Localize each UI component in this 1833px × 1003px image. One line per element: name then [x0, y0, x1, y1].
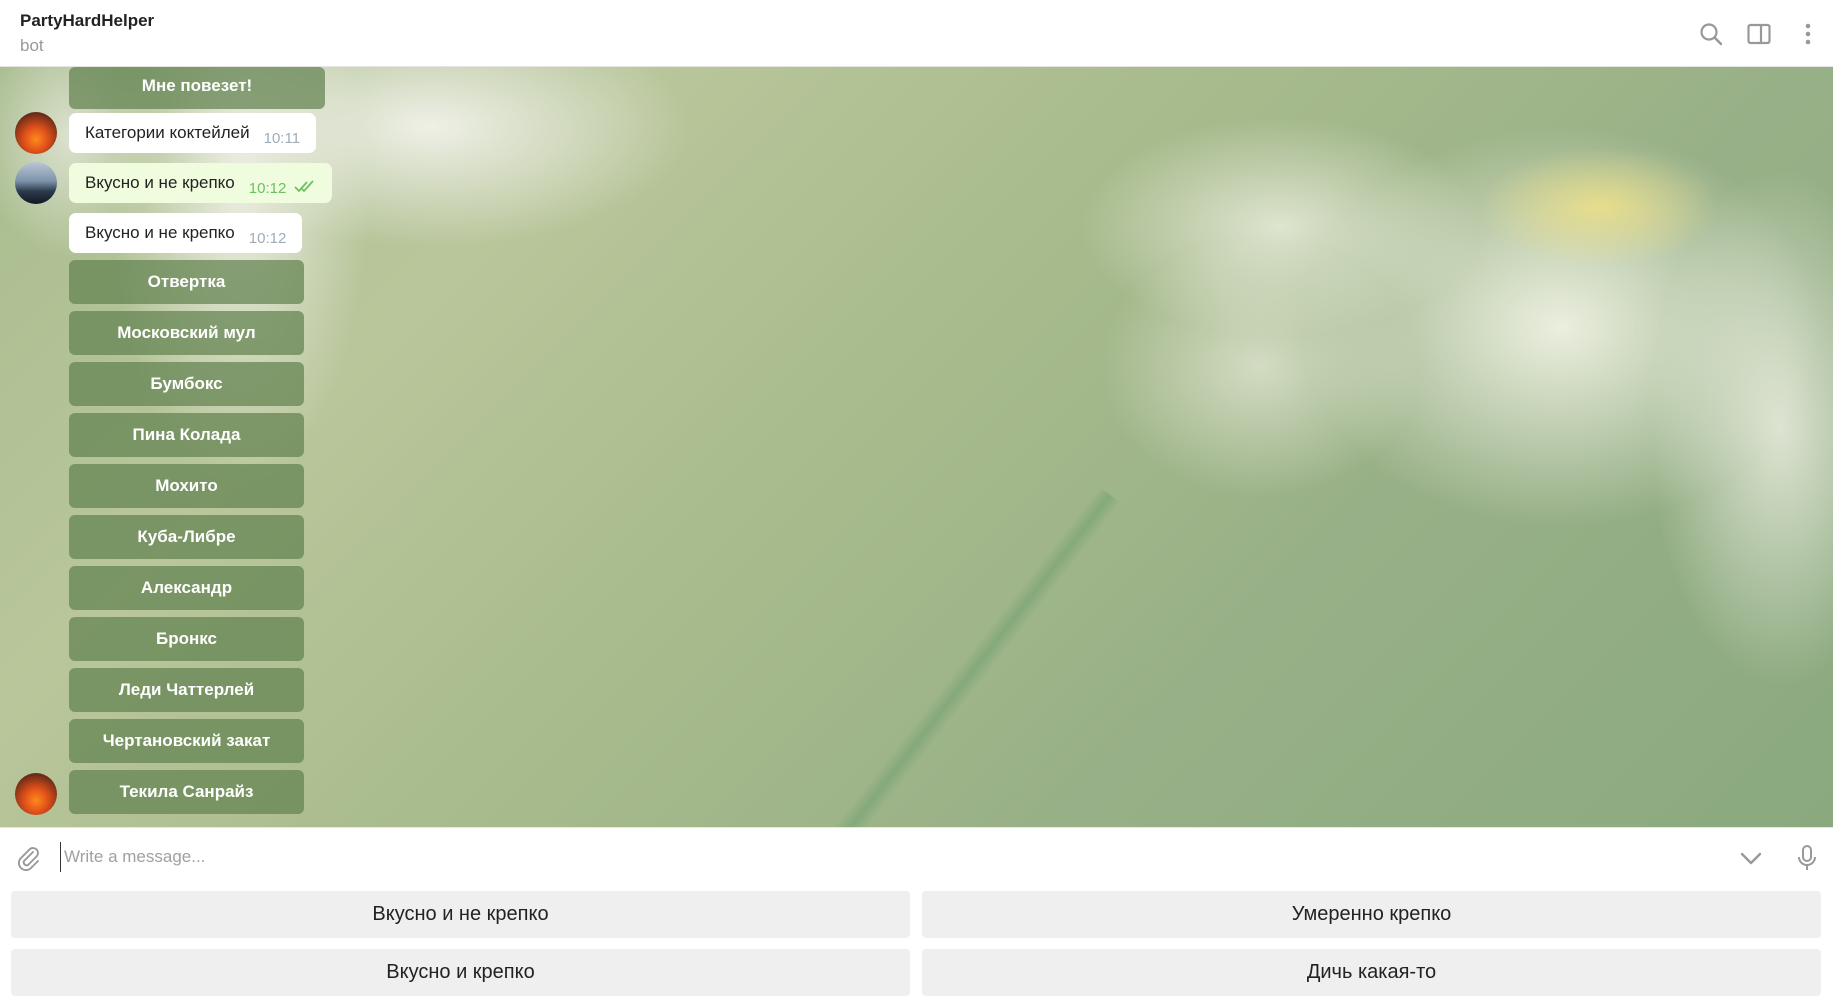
outgoing-message: Вкусно и не крепко 10:12 — [69, 163, 333, 203]
inline-button-lucky[interactable]: Мне повезет! — [69, 67, 325, 109]
inline-button-bronx[interactable]: Бронкс — [69, 617, 304, 661]
chevron-down-icon[interactable] — [1736, 843, 1766, 873]
message-input[interactable] — [60, 842, 1710, 872]
incoming-message: Категории коктейлей 10:11 — [69, 113, 317, 153]
paperclip-icon[interactable] — [13, 843, 43, 873]
message-composer — [0, 827, 1833, 885]
inline-button-lady-chatterley[interactable]: Леди Чаттерлей — [69, 668, 304, 712]
inline-button-tequila-sunrise[interactable]: Текила Санрайз — [69, 770, 304, 814]
user-avatar[interactable] — [15, 162, 57, 204]
chat-header: PartyHardHelper bot — [0, 0, 1833, 67]
chat-subtitle: bot — [20, 36, 44, 55]
chat-title[interactable]: PartyHardHelper — [20, 11, 154, 31]
message-time: 10:12 — [248, 180, 287, 197]
more-vertical-icon[interactable] — [1794, 20, 1822, 48]
reply-button-tasty-strong[interactable]: Вкусно и крепко — [11, 949, 910, 996]
inline-button-cuba-libre[interactable]: Куба-Либре — [69, 515, 304, 559]
read-check-icon — [294, 179, 314, 192]
bot-avatar[interactable] — [15, 773, 57, 815]
sidebar-toggle-icon[interactable] — [1745, 20, 1773, 48]
message-text: Вкусно и не крепко — [85, 223, 235, 242]
inline-button-pina-colada[interactable]: Пина Колада — [69, 413, 304, 457]
reply-button-moderately-strong[interactable]: Умеренно крепко — [922, 891, 1821, 938]
message-text: Вкусно и не крепко — [85, 173, 235, 192]
inline-button-boombox[interactable]: Бумбокс — [69, 362, 304, 406]
inline-button-chertanovo-sunset[interactable]: Чертановский закат — [69, 719, 304, 763]
reply-keyboard: Вкусно и не крепко Умеренно крепко Вкусн… — [0, 885, 1833, 1003]
message-time: 10:11 — [263, 130, 301, 147]
inline-button-moscow-mule[interactable]: Московский мул — [69, 311, 304, 355]
inline-button-mojito[interactable]: Мохито — [69, 464, 304, 508]
search-icon[interactable] — [1697, 20, 1725, 48]
incoming-message: Вкусно и не крепко 10:12 — [69, 213, 303, 253]
reply-button-tasty-not-strong[interactable]: Вкусно и не крепко — [11, 891, 910, 938]
reply-button-weird-stuff[interactable]: Дичь какая-то — [922, 949, 1821, 996]
microphone-icon[interactable] — [1792, 843, 1822, 873]
background-decoration — [779, 487, 1121, 827]
inline-button-alexander[interactable]: Александр — [69, 566, 304, 610]
message-text: Категории коктейлей — [85, 123, 250, 142]
inline-button-otvertka[interactable]: Отвертка — [69, 260, 304, 304]
chat-history[interactable]: Мне повезет! Категории коктейлей 10:11 Вк… — [0, 67, 1833, 827]
bot-avatar[interactable] — [15, 112, 57, 154]
message-time: 10:12 — [248, 230, 287, 247]
